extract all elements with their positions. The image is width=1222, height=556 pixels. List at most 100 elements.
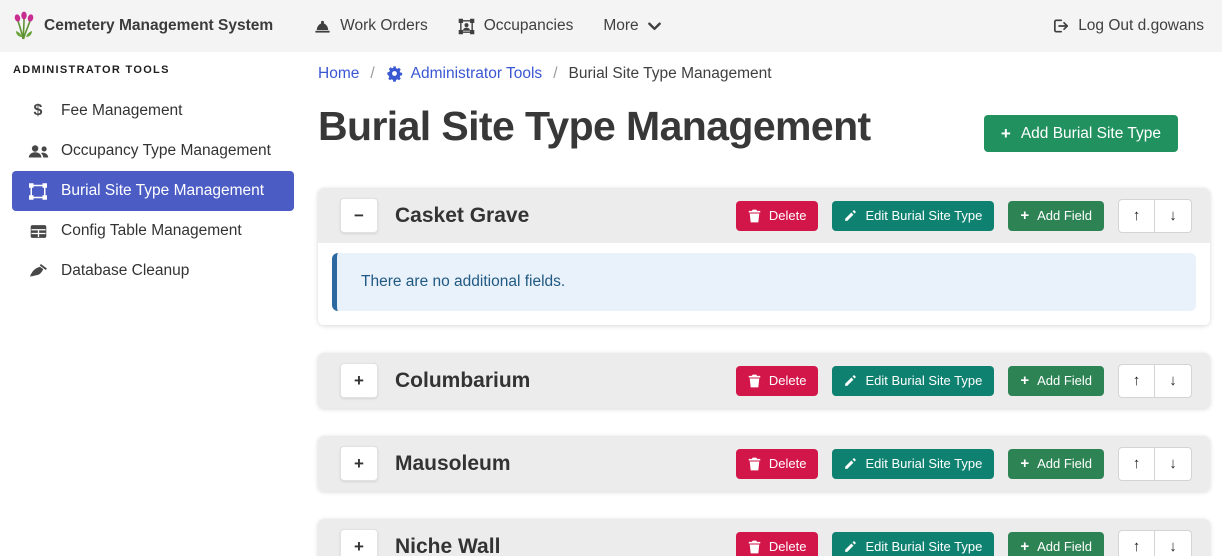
sidebar-heading: ADMINISTRATOR TOOLS bbox=[0, 64, 295, 76]
add-field-button[interactable]: + Add Field bbox=[1008, 201, 1104, 231]
hard-hat-icon bbox=[314, 19, 331, 34]
portrait-frame-icon bbox=[458, 18, 475, 35]
plus-icon: + bbox=[1020, 539, 1029, 554]
edit-burial-site-type-button[interactable]: Edit Burial Site Type bbox=[832, 201, 994, 231]
move-down-button[interactable]: ↓ bbox=[1155, 447, 1192, 481]
sidebar-item-label: Fee Management bbox=[61, 102, 183, 120]
page-layout: ADMINISTRATOR TOOLS $ Fee Management Occ… bbox=[0, 52, 1222, 556]
gear-icon bbox=[386, 65, 403, 82]
add-field-button[interactable]: + Add Field bbox=[1008, 366, 1104, 396]
expand-toggle-button[interactable]: + bbox=[340, 363, 378, 398]
panel-header: − Casket Grave Delete Edit Burial Site T… bbox=[318, 188, 1210, 243]
add-burial-site-type-button[interactable]: + Add Burial Site Type bbox=[984, 115, 1178, 152]
delete-button[interactable]: Delete bbox=[736, 449, 819, 479]
move-up-button[interactable]: ↑ bbox=[1118, 530, 1155, 556]
nav-item-label: More bbox=[603, 17, 638, 35]
move-up-button[interactable]: ↑ bbox=[1118, 364, 1155, 398]
move-down-button[interactable]: ↓ bbox=[1155, 199, 1192, 233]
trash-icon bbox=[748, 457, 761, 471]
page-title: Burial Site Type Management bbox=[318, 102, 871, 150]
add-field-button[interactable]: + Add Field bbox=[1008, 532, 1104, 556]
main-content: Home / Administrator Tools / Burial Site… bbox=[295, 52, 1222, 556]
sidebar-item-label: Database Cleanup bbox=[61, 262, 189, 280]
sidebar-item-database-cleanup[interactable]: Database Cleanup bbox=[12, 251, 294, 291]
panel-body: There are no additional fields. bbox=[318, 243, 1210, 325]
app-title: Cemetery Management System bbox=[44, 17, 273, 35]
trash-icon bbox=[748, 209, 761, 223]
logout-label: Log Out d.gowans bbox=[1078, 17, 1204, 35]
delete-button[interactable]: Delete bbox=[736, 366, 819, 396]
trash-icon bbox=[748, 374, 761, 388]
move-down-button[interactable]: ↓ bbox=[1155, 364, 1192, 398]
panel-actions: Delete Edit Burial Site Type + Add Field… bbox=[736, 364, 1192, 398]
tulip-logo-icon bbox=[13, 11, 35, 41]
panel-header: + Mausoleum Delete Edit Burial Site Type bbox=[318, 436, 1210, 491]
breadcrumb-current: Burial Site Type Management bbox=[569, 65, 772, 83]
panel-actions: Delete Edit Burial Site Type + Add Field… bbox=[736, 447, 1192, 481]
pencil-icon bbox=[844, 540, 857, 553]
reorder-button-group: ↑ ↓ bbox=[1118, 530, 1192, 556]
nav-item-label: Work Orders bbox=[340, 17, 428, 35]
no-fields-alert: There are no additional fields. bbox=[332, 253, 1196, 311]
breadcrumb-separator: / bbox=[553, 65, 557, 83]
dollar-icon: $ bbox=[27, 102, 49, 120]
nav-item-occupancies[interactable]: Occupancies bbox=[458, 17, 574, 35]
panel-title: Casket Grave bbox=[395, 204, 529, 228]
trash-icon bbox=[748, 540, 761, 554]
sidebar-item-label: Config Table Management bbox=[61, 222, 242, 240]
sidebar-item-config-table-management[interactable]: Config Table Management bbox=[12, 211, 294, 251]
table-icon bbox=[27, 224, 49, 239]
breadcrumb: Home / Administrator Tools / Burial Site… bbox=[318, 63, 1210, 84]
title-row: Burial Site Type Management + Add Burial… bbox=[318, 102, 1210, 152]
panel-actions: Delete Edit Burial Site Type + Add Field… bbox=[736, 199, 1192, 233]
breadcrumb-admin-tools-link[interactable]: Administrator Tools bbox=[386, 65, 543, 83]
burial-site-type-panel: − Casket Grave Delete Edit Burial Site T… bbox=[318, 188, 1210, 325]
reorder-button-group: ↑ ↓ bbox=[1118, 199, 1192, 233]
reorder-button-group: ↑ ↓ bbox=[1118, 447, 1192, 481]
move-up-button[interactable]: ↑ bbox=[1118, 447, 1155, 481]
edit-burial-site-type-button[interactable]: Edit Burial Site Type bbox=[832, 366, 994, 396]
sidebar-item-fee-management[interactable]: $ Fee Management bbox=[12, 91, 294, 131]
broom-icon bbox=[27, 263, 49, 279]
move-up-button[interactable]: ↑ bbox=[1118, 199, 1155, 233]
pencil-icon bbox=[844, 209, 857, 222]
burial-site-type-panel: + Niche Wall Delete Edit Burial Site Typ… bbox=[318, 519, 1210, 556]
sidebar-item-label: Occupancy Type Management bbox=[61, 142, 271, 160]
pencil-icon bbox=[844, 374, 857, 387]
panel-title: Niche Wall bbox=[395, 535, 500, 556]
reorder-button-group: ↑ ↓ bbox=[1118, 364, 1192, 398]
users-icon bbox=[27, 144, 49, 159]
delete-button[interactable]: Delete bbox=[736, 532, 819, 556]
nav-item-more[interactable]: More bbox=[603, 17, 660, 35]
delete-button[interactable]: Delete bbox=[736, 201, 819, 231]
breadcrumb-label: Administrator Tools bbox=[411, 65, 543, 83]
burial-site-type-panel: + Columbarium Delete Edit Burial Site Ty… bbox=[318, 353, 1210, 408]
plus-icon: + bbox=[1020, 456, 1029, 471]
add-field-button[interactable]: + Add Field bbox=[1008, 449, 1104, 479]
nav-item-label: Occupancies bbox=[484, 17, 574, 35]
logout-button[interactable]: Log Out d.gowans bbox=[1052, 17, 1204, 35]
logout-icon bbox=[1052, 18, 1069, 34]
edit-burial-site-type-button[interactable]: Edit Burial Site Type bbox=[832, 532, 994, 556]
admin-sidebar: ADMINISTRATOR TOOLS $ Fee Management Occ… bbox=[0, 52, 295, 556]
breadcrumb-home-link[interactable]: Home bbox=[318, 65, 359, 83]
top-navbar: Cemetery Management System Work Orders O… bbox=[0, 0, 1222, 52]
sidebar-item-burial-site-type-management[interactable]: Burial Site Type Management bbox=[12, 171, 294, 211]
expand-toggle-button[interactable]: + bbox=[340, 529, 378, 556]
panel-actions: Delete Edit Burial Site Type + Add Field… bbox=[736, 530, 1192, 556]
breadcrumb-separator: / bbox=[370, 65, 374, 83]
app-brand[interactable]: Cemetery Management System bbox=[13, 11, 273, 41]
panel-header: + Columbarium Delete Edit Burial Site Ty… bbox=[318, 353, 1210, 408]
pencil-icon bbox=[844, 457, 857, 470]
nav-item-work-orders[interactable]: Work Orders bbox=[314, 17, 428, 35]
collapse-toggle-button[interactable]: − bbox=[340, 198, 378, 233]
sidebar-item-label: Burial Site Type Management bbox=[61, 182, 264, 200]
plus-icon: + bbox=[1001, 125, 1011, 142]
edit-burial-site-type-button[interactable]: Edit Burial Site Type bbox=[832, 449, 994, 479]
move-down-button[interactable]: ↓ bbox=[1155, 530, 1192, 556]
sidebar-item-occupancy-type-management[interactable]: Occupancy Type Management bbox=[12, 131, 294, 171]
burial-site-type-panel: + Mausoleum Delete Edit Burial Site Type bbox=[318, 436, 1210, 491]
expand-toggle-button[interactable]: + bbox=[340, 446, 378, 481]
object-group-icon bbox=[27, 183, 49, 200]
chevron-down-icon bbox=[648, 22, 661, 31]
